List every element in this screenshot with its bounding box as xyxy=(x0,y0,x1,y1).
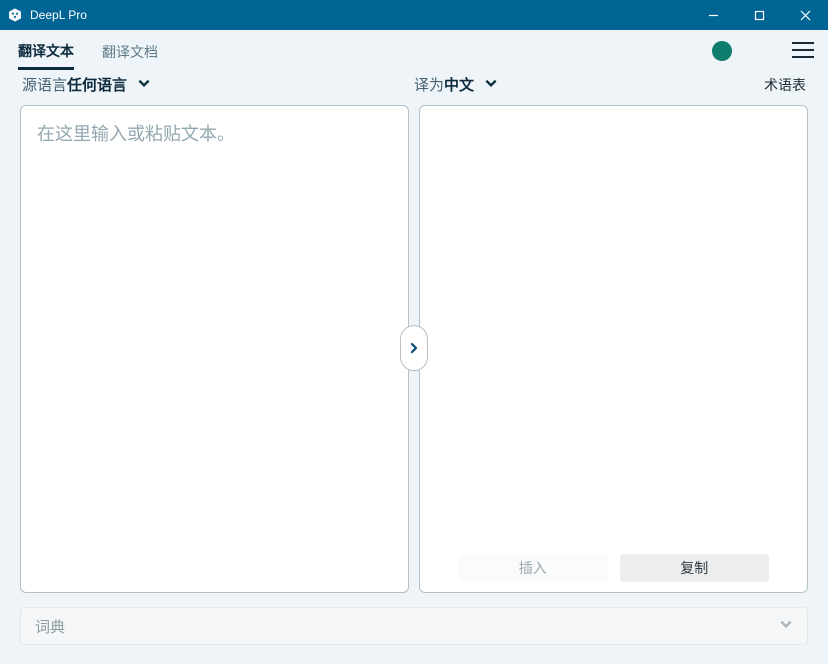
copy-button[interactable]: 复制 xyxy=(620,554,770,582)
language-row: 源语言任何语言 译为中文 术语表 xyxy=(0,72,828,105)
target-language-selector[interactable]: 译为中文 xyxy=(414,74,498,95)
tab-translate-text[interactable]: 翻译文本 xyxy=(18,33,74,70)
source-language-value: 任何语言 xyxy=(67,77,127,94)
avatar[interactable] xyxy=(712,41,732,61)
target-actions: 插入 复制 xyxy=(420,548,807,592)
mode-tabs: 翻译文本 翻译文档 xyxy=(18,30,158,72)
dictionary-label: 词典 xyxy=(35,616,65,637)
menu-icon[interactable] xyxy=(792,42,814,58)
tab-translate-document[interactable]: 翻译文档 xyxy=(102,34,158,68)
toolbar: 翻译文本 翻译文档 xyxy=(0,30,828,72)
target-pane: 插入 复制 xyxy=(419,105,808,593)
source-text-input[interactable] xyxy=(21,106,408,592)
source-language-prefix: 源语言 xyxy=(22,77,67,94)
translation-panes: 插入 复制 xyxy=(0,105,828,593)
maximize-button[interactable] xyxy=(736,0,782,30)
dictionary-bar[interactable]: 词典 xyxy=(20,607,808,645)
window-title: DeepL Pro xyxy=(30,8,87,22)
swap-languages-button[interactable] xyxy=(400,325,428,371)
chevron-down-icon xyxy=(137,76,151,94)
chevron-down-icon xyxy=(779,617,793,635)
close-button[interactable] xyxy=(782,0,828,30)
target-language-value: 中文 xyxy=(444,77,474,94)
insert-button[interactable]: 插入 xyxy=(458,554,608,582)
source-pane xyxy=(20,105,409,593)
minimize-button[interactable] xyxy=(690,0,736,30)
titlebar: DeepL Pro xyxy=(0,0,828,30)
target-text-output xyxy=(420,106,807,548)
chevron-down-icon xyxy=(484,76,498,94)
source-language-selector[interactable]: 源语言任何语言 xyxy=(22,74,151,95)
app-logo-icon xyxy=(0,0,30,30)
target-language-prefix: 译为 xyxy=(414,77,444,94)
glossary-link[interactable]: 术语表 xyxy=(764,75,806,95)
